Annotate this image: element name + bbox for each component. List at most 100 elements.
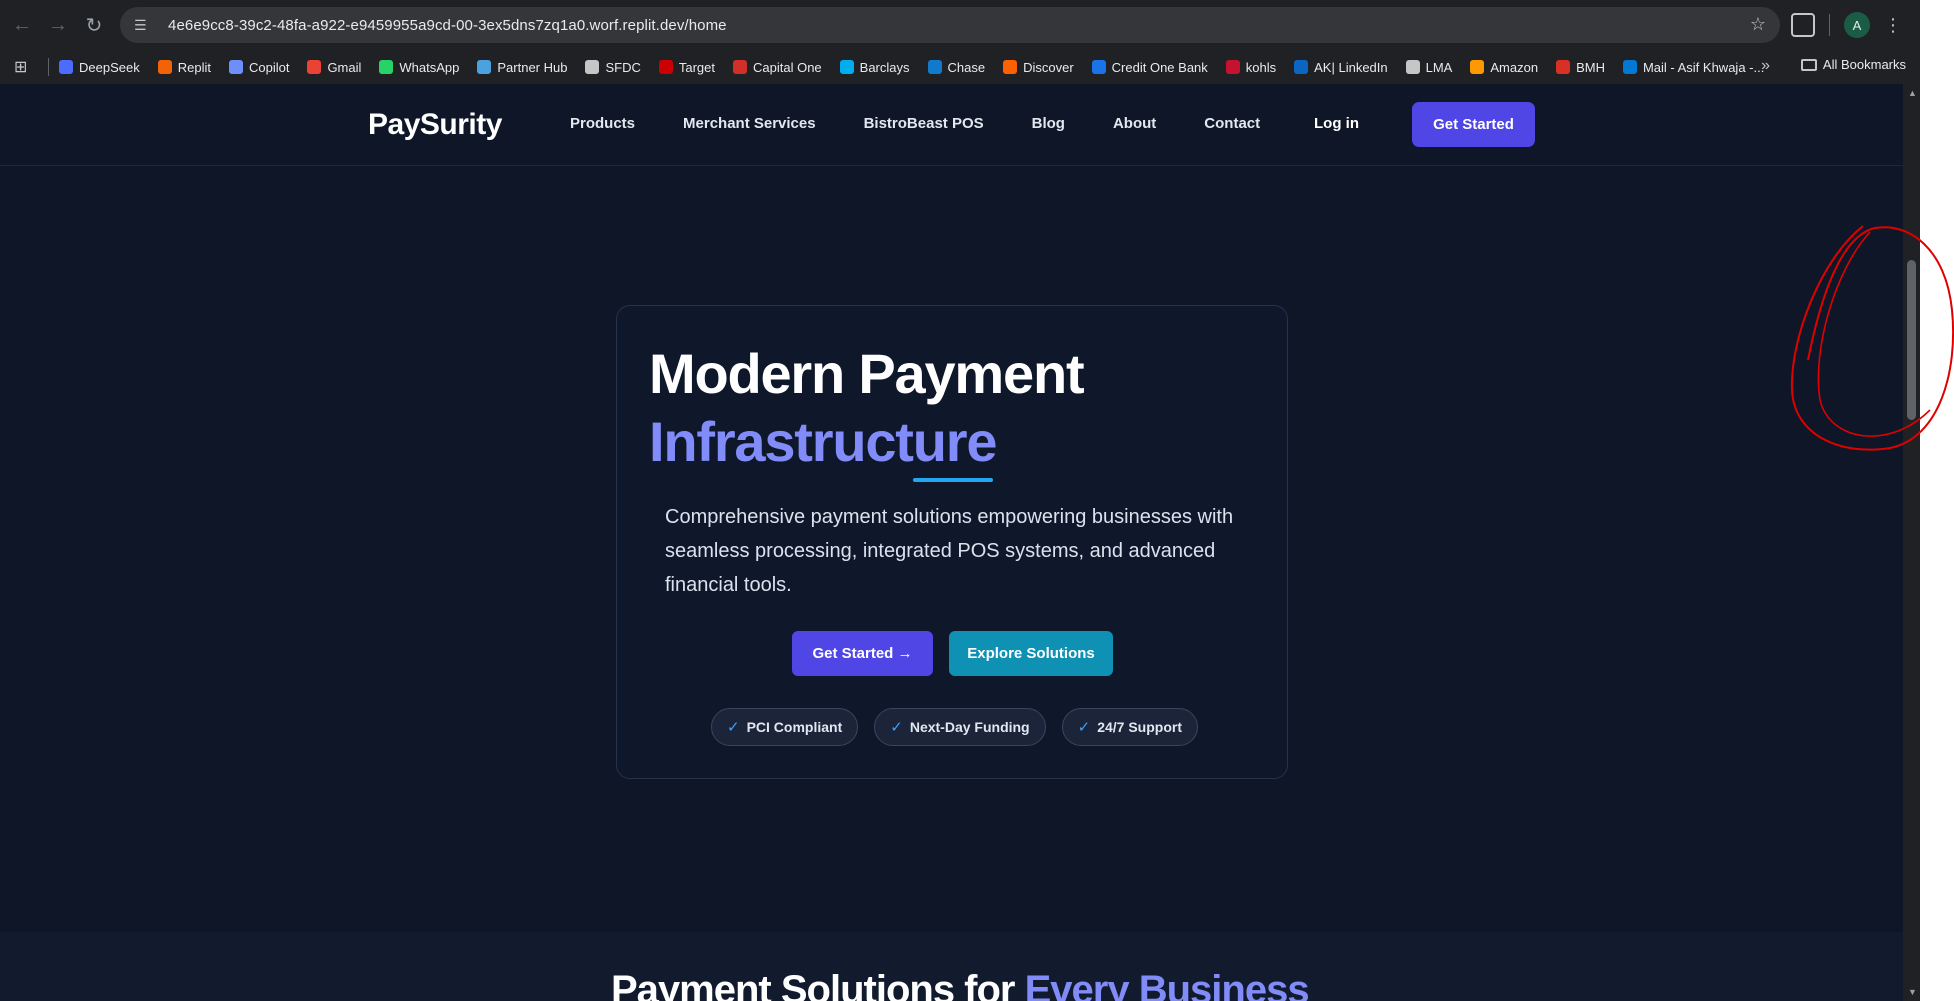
bookmark-label: kohls: [1245, 59, 1277, 75]
bookmark-label: WhatsApp: [399, 59, 460, 75]
all-bookmarks-label: All Bookmarks: [1822, 57, 1906, 72]
bookmark-item[interactable]: Barclays: [839, 59, 910, 75]
badge-pci-compliant: ✓ PCI Compliant: [711, 708, 859, 746]
nav-link-blog[interactable]: Blog: [1032, 115, 1065, 132]
scroll-up-arrow-icon[interactable]: ▲: [1908, 88, 1917, 98]
bookmark-label: Partner Hub: [497, 59, 568, 75]
bookmark-favicon-icon: [307, 60, 322, 74]
bookmark-item[interactable]: AK| LinkedIn: [1294, 59, 1388, 75]
badge-24-7-support: ✓ 24/7 Support: [1061, 708, 1198, 746]
bookmark-item[interactable]: kohls: [1225, 59, 1277, 75]
apps-grid-icon[interactable]: ⊞: [14, 57, 38, 77]
solutions-heading: Payment Solutions for Every Business: [611, 968, 1310, 1001]
bookmark-label: BMH: [1576, 59, 1605, 75]
get-started-nav-button[interactable]: Get Started: [1412, 102, 1535, 147]
nav-link-products[interactable]: Products: [570, 115, 635, 132]
address-bar[interactable]: ☰ 4e6e9cc8-39c2-48fa-a922-e9459955a9cd-0…: [120, 7, 1780, 43]
reload-icon[interactable]: ↻: [76, 7, 112, 43]
bookmark-favicon-icon: [477, 60, 492, 74]
extensions-icon[interactable]: [1791, 13, 1815, 37]
bookmark-item[interactable]: Replit: [157, 59, 211, 75]
bookmark-item[interactable]: Chase: [927, 59, 986, 75]
get-started-button[interactable]: Get Started →: [792, 631, 933, 676]
nav-link-contact[interactable]: Contact: [1204, 115, 1260, 132]
url-text[interactable]: 4e6e9cc8-39c2-48fa-a922-e9459955a9cd-00-…: [168, 17, 727, 34]
browser-chrome: ← → ↻ ☰ 4e6e9cc8-39c2-48fa-a922-e9459955…: [0, 0, 1920, 84]
bookmark-label: SFDC: [605, 59, 641, 75]
bookmark-item[interactable]: Mail - Asif Khwaja -...: [1622, 60, 1764, 75]
bookmark-item[interactable]: Copilot: [228, 59, 290, 75]
bookmark-favicon-icon: [379, 60, 394, 74]
bookmark-label: Chase: [947, 59, 986, 75]
menu-kebab-icon[interactable]: ⋮: [1884, 15, 1902, 36]
screen-margin: [1920, 0, 1954, 1001]
solutions-heading-accent: Every Business: [1024, 968, 1310, 1001]
bookmark-favicon-icon: [658, 60, 673, 74]
bookmark-item[interactable]: Credit One Bank: [1091, 59, 1208, 75]
check-icon: ✓: [890, 719, 903, 736]
bookmark-label: Discover: [1023, 59, 1074, 75]
bookmark-favicon-icon: [1556, 60, 1571, 74]
all-bookmarks-button[interactable]: All Bookmarks: [1800, 57, 1906, 72]
bookmark-label: DeepSeek: [79, 59, 140, 75]
bookmark-favicon-icon: [839, 60, 854, 74]
hero-description: Comprehensive payment solutions empoweri…: [665, 506, 1234, 596]
bookmark-item[interactable]: Gmail: [307, 60, 361, 75]
check-icon: ✓: [1077, 719, 1091, 736]
bookmark-item[interactable]: Amazon: [1470, 60, 1538, 75]
bookmark-label: LMA: [1425, 59, 1453, 75]
bookmarks-divider: [48, 58, 49, 76]
bookmark-item[interactable]: Discover: [1003, 60, 1074, 75]
forward-icon[interactable]: →: [40, 7, 76, 43]
nav-link-merchant-services[interactable]: Merchant Services: [683, 115, 816, 132]
bookmark-label: Target: [678, 59, 715, 75]
site-info-icon[interactable]: ☰: [134, 17, 158, 34]
bookmark-item[interactable]: DeepSeek: [59, 60, 140, 75]
bookmark-favicon-icon: [927, 60, 942, 74]
bookmark-label: Replit: [177, 59, 211, 75]
nav-link-bistrobeast-pos[interactable]: BistroBeast POS: [864, 115, 984, 132]
bookmark-favicon-icon: [1622, 60, 1637, 74]
web-page: PaySurity Products Merchant Services Bis…: [0, 84, 1903, 1001]
bookmark-favicon-icon: [228, 60, 243, 74]
bookmark-favicon-icon: [1294, 60, 1309, 74]
bookmark-favicon-icon: [1405, 60, 1420, 74]
bookmark-favicon-icon: [1470, 60, 1485, 74]
scrollbar-thumb[interactable]: [1907, 260, 1916, 420]
bookmark-item[interactable]: Partner Hub: [477, 60, 567, 75]
bookmark-item[interactable]: WhatsApp: [379, 60, 459, 75]
profile-avatar[interactable]: A: [1844, 12, 1870, 38]
check-icon: ✓: [727, 719, 740, 736]
address-bar-row: ← → ↻ ☰ 4e6e9cc8-39c2-48fa-a922-e9459955…: [0, 0, 1920, 50]
more-bookmarks-icon[interactable]: »: [1761, 57, 1770, 75]
bookmark-star-icon[interactable]: ☆: [1750, 14, 1766, 35]
bookmark-item[interactable]: BMH: [1556, 60, 1605, 75]
bookmark-label: Gmail: [327, 59, 362, 75]
site-logo[interactable]: PaySurity: [368, 108, 502, 142]
bookmark-favicon-icon: [1225, 60, 1240, 74]
solutions-section: Payment Solutions for Every Business: [0, 932, 1903, 1001]
hero-card: Modern Payment Infrastructure Comprehens…: [616, 305, 1288, 779]
bookmark-label: Credit One Bank: [1111, 59, 1208, 75]
bookmarks-bar: ⊞ DeepSeek Replit Copilot Gmail WhatsApp Part…: [0, 50, 1920, 84]
login-link[interactable]: Log in: [1314, 115, 1359, 132]
bookmark-item[interactable]: Capital One: [733, 60, 822, 75]
solutions-heading-part1: Payment Solutions for: [611, 968, 1025, 1001]
bookmark-favicon-icon: [1091, 60, 1106, 74]
bookmark-label: Barclays: [859, 59, 910, 75]
bookmark-label: AK| LinkedIn: [1314, 59, 1388, 75]
bookmark-item[interactable]: Target: [658, 59, 715, 75]
badge-label: 24/7 Support: [1097, 719, 1182, 735]
nav-link-about[interactable]: About: [1113, 115, 1156, 132]
feature-badges: ✓ PCI Compliant ✓ Next-Day Funding ✓ 24/…: [711, 708, 1198, 746]
page-scrollbar[interactable]: ▲ ▼: [1903, 84, 1920, 1001]
site-navbar: PaySurity Products Merchant Services Bis…: [0, 84, 1903, 166]
toolbar-right: A ⋮: [1791, 7, 1920, 43]
bookmark-label: Copilot: [248, 59, 290, 75]
explore-solutions-button[interactable]: Explore Solutions: [949, 631, 1113, 676]
bookmark-item[interactable]: SFDC: [585, 59, 641, 75]
bookmark-item[interactable]: LMA: [1405, 59, 1453, 75]
back-icon[interactable]: ←: [4, 7, 40, 43]
scroll-down-arrow-icon[interactable]: ▼: [1908, 987, 1917, 997]
bookmark-favicon-icon: [157, 60, 172, 74]
